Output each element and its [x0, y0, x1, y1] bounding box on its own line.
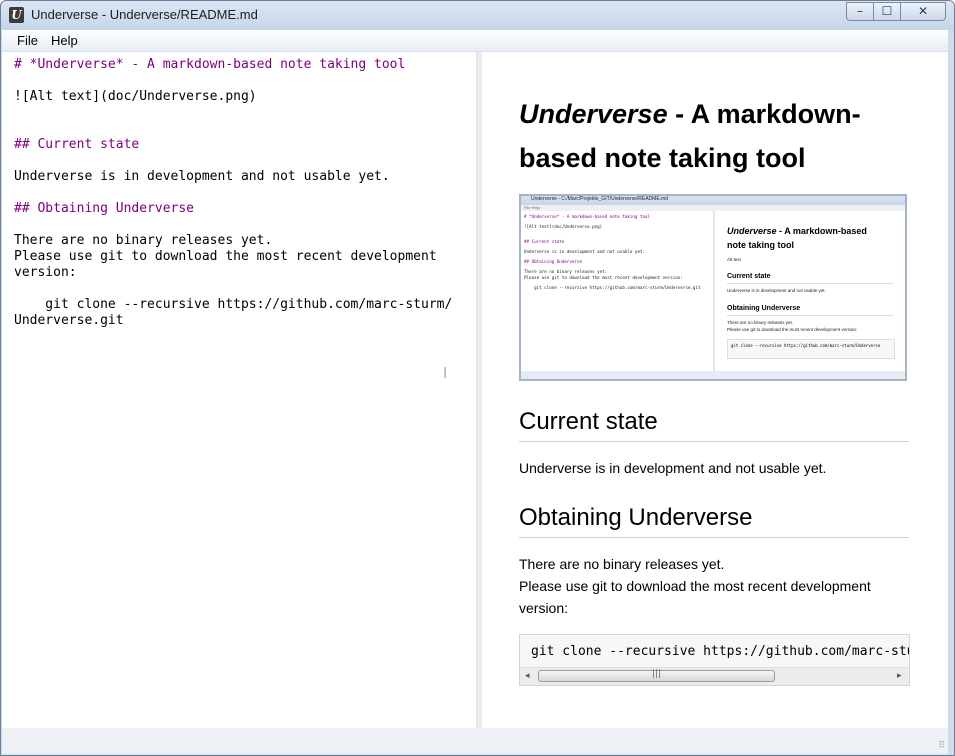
screenshot-image: Underverse - C:/Marc/Projekte_GIT/Underv…	[519, 194, 907, 381]
editor-line: Please use git to download the most rece…	[14, 249, 437, 264]
app-window: U Underverse - Underverse/README.md – ☐ …	[0, 0, 955, 756]
preview-title: Underverse - A markdown-based note takin…	[519, 92, 899, 180]
code-horizontal-scrollbar[interactable]: ◂ ||| ▸	[520, 667, 909, 685]
image-code-line: Underverse is in development and not usa…	[524, 249, 646, 254]
editor-line: git clone --recursive https://github.com…	[14, 297, 453, 312]
menu-help[interactable]: Help	[51, 33, 78, 48]
image-code-line: Please use git to download the most rece…	[524, 275, 683, 280]
text-cursor-icon: I	[443, 364, 448, 382]
close-icon: ✕	[917, 4, 929, 18]
heading-current-state: Current state	[519, 408, 658, 435]
preview-title-italic: Underverse	[519, 99, 668, 129]
image-code-text: git clone --recursive https://github.com…	[731, 343, 881, 348]
editor-line: ## Obtaining Underverse	[14, 201, 195, 216]
scroll-left-arrow-icon[interactable]: ◂	[525, 671, 530, 681]
editor-line: ## Current state	[14, 137, 140, 152]
code-block[interactable]: git clone --recursive https://github.com…	[519, 634, 910, 686]
heading-divider	[519, 537, 909, 538]
editor-line: Underverse.git	[14, 313, 124, 328]
image-code-line: ## Current state	[524, 239, 565, 244]
image-status-bar	[521, 371, 905, 379]
window-title: Underverse - Underverse/README.md	[31, 7, 258, 22]
markdown-editor[interactable]: # *Underverse* - A markdown-based note t…	[2, 52, 476, 728]
image-splitter	[713, 211, 715, 371]
image-title-bar: Underverse - C:/Marc/Projekte_GIT/Underv…	[521, 196, 905, 205]
image-paragraph: Underverse is in development and not usa…	[727, 288, 826, 293]
resize-grip-icon[interactable]: ⠿	[938, 741, 945, 751]
main-content: # *Underverse* - A markdown-based note t…	[2, 52, 948, 728]
minimize-button[interactable]: –	[846, 2, 874, 21]
image-title-italic: Underverse	[727, 226, 777, 236]
editor-line: Underverse is in development and not usa…	[14, 169, 390, 184]
image-code-line: # *Underverse* - A markdown-based note t…	[524, 214, 651, 219]
editor-line: version:	[14, 265, 77, 280]
scroll-right-arrow-icon[interactable]: ▸	[897, 671, 902, 681]
maximize-button[interactable]: ☐	[873, 2, 901, 21]
heading-obtaining: Obtaining Underverse	[519, 504, 753, 531]
image-alt-text: Alt text	[727, 257, 741, 262]
image-code-line: ![Alt text](doc/Underverse.png)	[524, 224, 603, 229]
app-icon: U	[9, 7, 24, 23]
heading-divider	[519, 441, 909, 442]
image-heading: Obtaining Underverse	[727, 305, 801, 312]
image-paragraph: Please use git to download the most rece…	[727, 327, 858, 332]
editor-line: # *Underverse* - A markdown-based note t…	[14, 57, 406, 72]
scroll-thumb[interactable]: |||	[538, 669, 775, 682]
close-button[interactable]: ✕	[900, 2, 946, 21]
image-divider	[727, 315, 893, 316]
image-code-line: There are no binary releases yet.	[524, 269, 608, 274]
editor-line: ![Alt text](doc/Underverse.png)	[14, 89, 257, 104]
markdown-preview[interactable]: Underverse - A markdown-based note takin…	[482, 52, 948, 728]
menu-bar: File Help	[2, 30, 948, 52]
status-bar: ⠿	[2, 728, 948, 754]
paragraph-obtaining-line: There are no binary releases yet.	[519, 556, 725, 572]
image-heading: Current state	[727, 273, 771, 280]
code-text: git clone --recursive https://github.com…	[531, 644, 909, 659]
image-preview-title: Underverse - A markdown-based note takin…	[727, 224, 887, 252]
title-bar[interactable]: U Underverse - Underverse/README.md – ☐ …	[1, 1, 954, 30]
paragraph-obtaining-line: version:	[519, 600, 569, 616]
editor-line: There are no binary releases yet.	[14, 233, 273, 248]
image-divider	[727, 283, 893, 284]
maximize-icon: ☐	[881, 4, 893, 18]
image-code-line: git clone --recursive https://github.com…	[524, 285, 701, 290]
image-title: Underverse - C:/Marc/Projekte_GIT/Underv…	[531, 196, 668, 202]
image-menu: File Help	[524, 205, 540, 210]
paragraph-obtaining-line: Please use git to download the most rece…	[519, 578, 871, 594]
image-code-line: ## Obtaining Underverse	[524, 259, 582, 264]
image-code-box: git clone --recursive https://github.com…	[727, 339, 895, 359]
minimize-icon: –	[857, 4, 863, 18]
menu-file[interactable]: File	[17, 33, 38, 48]
scroll-grip-icon: |||	[651, 669, 662, 679]
paragraph-current-state: Underverse is in development and not usa…	[519, 460, 827, 476]
image-paragraph: There are no binary releases yet.	[727, 320, 794, 325]
